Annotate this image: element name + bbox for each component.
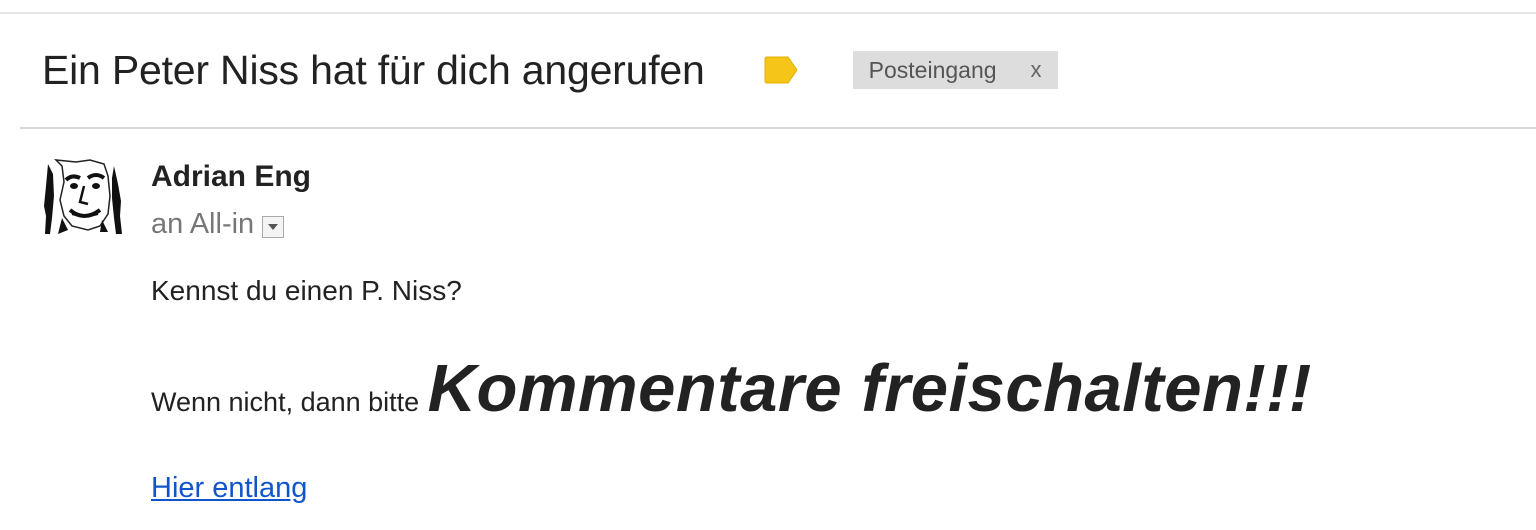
remove-label-button[interactable]: x <box>1031 57 1042 83</box>
chevron-down-icon <box>268 223 279 230</box>
show-details-button[interactable] <box>262 215 285 238</box>
subject-divider <box>20 127 1536 129</box>
body-text-prefix: Wenn nicht, dann bitte <box>151 387 420 417</box>
top-divider <box>0 12 1536 14</box>
sender-avatar[interactable] <box>42 156 123 237</box>
body-text-question: Kennst du einen P. Niss? <box>151 275 462 306</box>
label-tag-shape <box>764 56 798 84</box>
email-subject: Ein Peter Niss hat für dich angerufen <box>42 46 705 93</box>
body-link[interactable]: Hier entlang <box>151 472 307 505</box>
inbox-label-chip[interactable]: Posteingang x <box>852 51 1058 89</box>
sender-name[interactable]: Adrian Eng <box>151 160 311 194</box>
sender-avatar-portrait <box>42 156 123 237</box>
body-text-request: Wenn nicht, dann bitte Kommentare freisc… <box>151 350 1312 427</box>
body-text-emphasis: Kommentare freischalten!!! <box>427 351 1312 426</box>
inbox-label-text: Posteingang <box>868 56 997 83</box>
label-tag-icon[interactable] <box>763 56 799 84</box>
recipient-row: an All-in <box>151 208 285 241</box>
subject-row: Ein Peter Niss hat für dich angerufen Po… <box>42 42 1058 98</box>
email-view: Ein Peter Niss hat für dich angerufen Po… <box>0 0 1536 530</box>
recipient-text: an All-in <box>151 208 255 240</box>
